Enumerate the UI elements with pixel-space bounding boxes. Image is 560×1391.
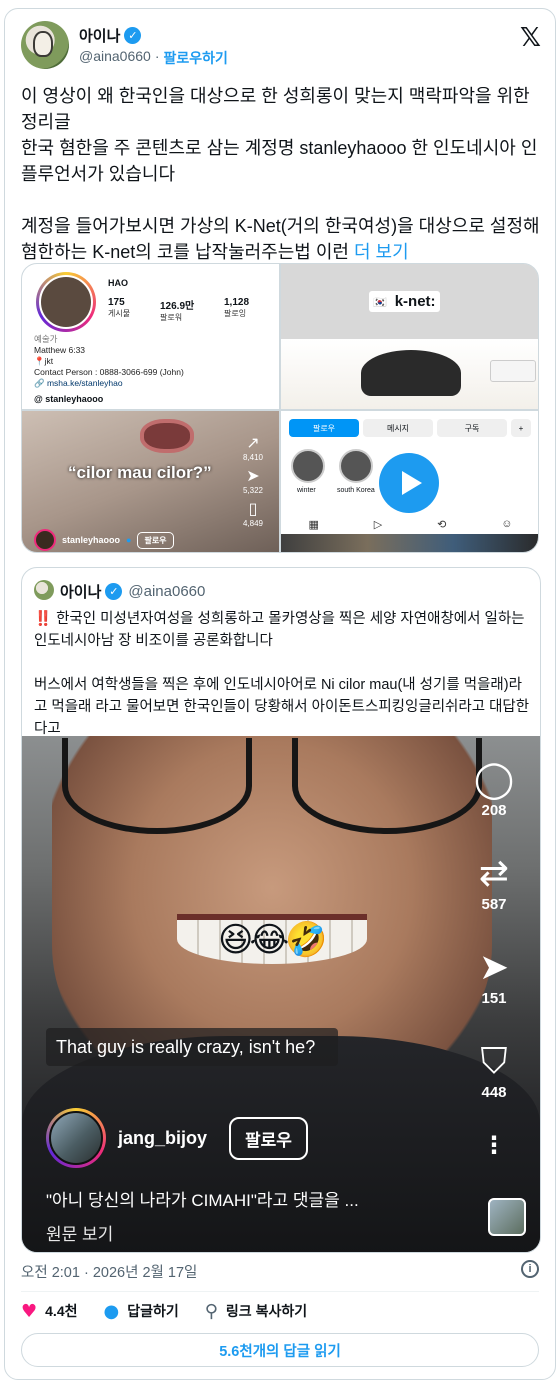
read-replies-button[interactable]: 5.6천개의 답글 읽기 (21, 1333, 539, 1367)
media-profile-screenshot[interactable]: HAO 175 게시물 126.9만 팔로워 1,128 팔로잉 예술가 Matthe… (22, 264, 279, 409)
verified-badge-icon: ✓ (124, 27, 142, 44)
send-icon: ➤ (478, 947, 510, 988)
author-handle[interactable]: @aina0660 (79, 48, 151, 68)
clip-follow-button: 팔로우 (137, 531, 174, 549)
x-logo-icon[interactable]: 𝕏 (520, 23, 541, 53)
message-tab: 메시지 (363, 419, 433, 437)
reels-icon: ▷ (373, 519, 383, 531)
thumbnail-strip (281, 534, 538, 552)
quoted-tweet[interactable]: 아이나 ✓ @aina0660 ‼️ 한국인 미성년자여성을 성희롱하고 몰카영… (21, 567, 541, 1253)
follow-tab: 팔로우 (289, 419, 359, 437)
quote-video[interactable]: 😆😂🤣 ◯ 208 ⇄ 587 ➤ 151 ⛉ 448 ⋮ That guy is re… (22, 736, 540, 1252)
face-image (140, 419, 194, 453)
audio-thumbnail[interactable] (488, 1198, 526, 1236)
media-grid: HAO 175 게시물 126.9만 팔로워 1,128 팔로잉 예술가 Matthe… (21, 263, 539, 553)
bookmark-icon: ⛉ (480, 1041, 508, 1082)
repost-icon: ⟲ (437, 519, 447, 531)
save-action[interactable]: ⛉ 448 (466, 1040, 522, 1134)
clip-actions: ↗ 8,410 ➤ 5,322 ▯ 4,849 (235, 429, 271, 528)
share-icon: ↗ (246, 435, 260, 452)
threads-handle: @ stanleyhaooo (34, 394, 104, 404)
action-bar: ♥ 4.4천 ● 답글하기 ⚲ 링크 복사하기 (21, 1299, 333, 1323)
author-subline: @aina0660 · 팔로우하기 (79, 48, 228, 68)
verified-badge-icon: ✓ (105, 583, 123, 600)
verified-badge-icon: ● (126, 535, 132, 545)
comment-action[interactable]: ◯ 208 (466, 758, 522, 852)
video-username[interactable]: jang_bijoy (118, 1128, 207, 1149)
clip-caption: “cilor mau cilor?” (68, 463, 212, 482)
clip-user: stanleyhaooo ● 팔로우 (34, 529, 174, 551)
info-icon[interactable]: i (521, 1260, 539, 1278)
quote-avatar (34, 580, 54, 600)
separator: · (154, 48, 160, 64)
repost-action[interactable]: ⇄ 587 (466, 852, 522, 946)
emoji-overlay: 😆😂🤣 (218, 921, 327, 959)
media-clip-screenshot[interactable]: “cilor mau cilor?” ↗ 8,410 ➤ 5,322 ▯ 4,849 … (22, 411, 279, 552)
profile-tabs: 팔로우 메시지 구독 + (289, 419, 531, 437)
media-knet-screenshot[interactable]: 🇰🇷 k-net: (281, 264, 538, 409)
comment-icon: ◯ (473, 759, 515, 800)
play-video-icon[interactable] (379, 453, 439, 513)
highlight-winter (291, 449, 325, 483)
post-body: 이 영상이 왜 한국인을 대상으로 한 성희롱이 맞는지 맥락파악을 위한 정리… (21, 86, 540, 262)
send-icon: ➤ (246, 468, 260, 485)
highlight-korea (339, 449, 373, 483)
heart-icon: ♥ (21, 1300, 38, 1322)
posts-stat: 175 게시물 (108, 297, 131, 318)
send-action[interactable]: ➤ 151 (466, 946, 522, 1040)
tagged-icon: ☺ (501, 518, 513, 530)
link-icon: ⚲ (204, 1300, 218, 1322)
author-name[interactable]: 아이나 ✓ (79, 25, 142, 46)
media-profile2-screenshot[interactable]: 팔로우 메시지 구독 + winter south Korea ▦ ▷ ⟲ ☺ (281, 411, 538, 552)
warning-icon: ‼️ (34, 611, 53, 627)
profile-bio: 예술가 Matthew 6:33 📍jkt Contact Person : 0… (34, 334, 184, 388)
profile-avatar (36, 272, 96, 332)
bookmark-icon: ▯ (248, 501, 258, 518)
more-icon[interactable]: ⋮ (466, 1134, 522, 1158)
tweet-card: 아이나 ✓ @aina0660 · 팔로우하기 𝕏 이 영상이 왜 한국인을 대… (4, 8, 556, 1380)
subscribe-tab: 구독 (437, 419, 507, 437)
quote-text: ‼️ 한국인 미성년자여성을 성희롱하고 몰카영상을 찍은 세양 자연애창에서 … (34, 611, 530, 737)
video-follow-button[interactable]: 팔로우 (229, 1116, 308, 1160)
profile-tab-bar: ▦ ▷ ⟲ ☺ (281, 518, 538, 534)
show-more-link[interactable]: 더 보기 (354, 242, 409, 262)
followers-stat: 126.9만 팔로워 (160, 301, 195, 322)
reply-button[interactable]: ● 답글하기 (103, 1301, 178, 1322)
divider (21, 1291, 539, 1292)
post-text: 이 영상이 왜 한국인을 대상으로 한 성희롱이 맞는지 맥락파악을 위한 정리… (21, 83, 543, 265)
video-actions: ◯ 208 ⇄ 587 ➤ 151 ⛉ 448 ⋮ (466, 758, 522, 1158)
quote-author: 아이나 ✓ @aina0660 (60, 583, 206, 601)
clip-avatar (34, 529, 56, 551)
repost-icon: ⇄ (478, 853, 510, 894)
grid-icon: ▦ (308, 519, 319, 531)
video-description: "아니 당신의 나라가 CIMAHI"라고 댓글을 ... (46, 1191, 359, 1210)
like-button[interactable]: ♥ 4.4천 (21, 1301, 77, 1322)
add-user-icon: + (511, 419, 531, 437)
cap-image (361, 350, 461, 396)
reply-bubble-icon: ● (103, 1300, 120, 1322)
dog-avatar-image (33, 31, 53, 57)
timestamp[interactable]: 오전 2:01 · 2026년 2월 17일 (21, 1261, 197, 1282)
video-user: jang_bijoy 팔로우 (46, 1108, 308, 1168)
video-caption: That guy is really crazy, isn't he? (46, 1028, 338, 1066)
following-stat: 1,128 팔로잉 (224, 297, 250, 318)
profile-name: HAO (108, 278, 128, 288)
author-avatar[interactable] (21, 21, 69, 69)
glasses-image (62, 738, 482, 858)
knet-label: 🇰🇷 k-net: (369, 291, 440, 312)
copy-link-button[interactable]: ⚲ 링크 복사하기 (205, 1301, 307, 1322)
video-user-avatar[interactable] (46, 1108, 106, 1168)
follow-link[interactable]: 팔로우하기 (164, 48, 228, 68)
korea-flag-icon: 🇰🇷 (373, 297, 387, 309)
air-conditioner-image (490, 360, 536, 382)
view-original-link[interactable]: 원문 보기 (46, 1220, 113, 1245)
